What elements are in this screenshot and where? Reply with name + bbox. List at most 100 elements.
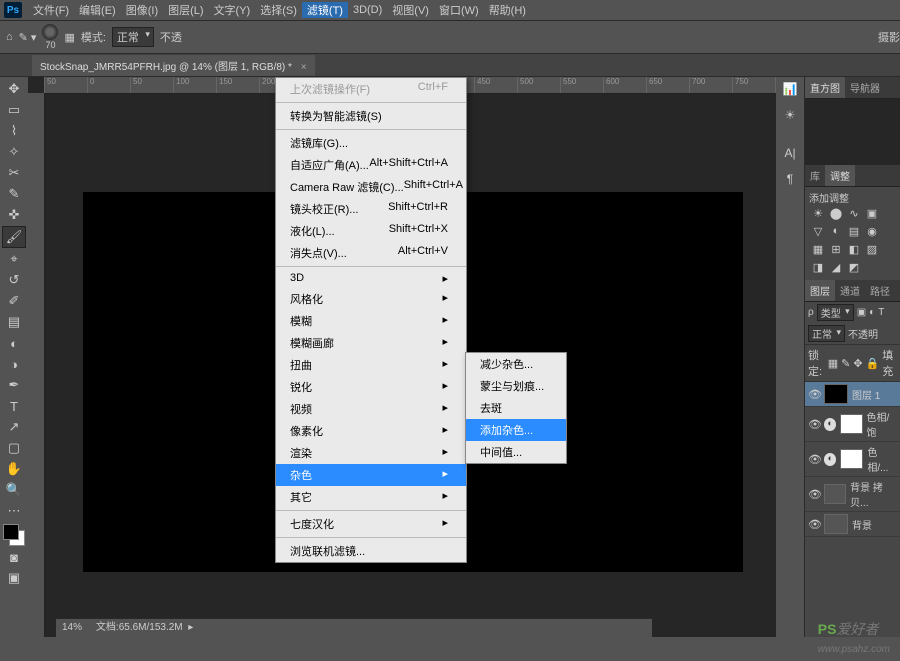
character-strip-icon[interactable]: A| xyxy=(779,145,801,165)
adj-exposure-icon[interactable]: ▣ xyxy=(865,207,879,221)
adj-brightness-icon[interactable]: ☀ xyxy=(811,207,825,221)
layer-row[interactable]: 👁◐色相/... xyxy=(805,442,900,477)
layer-row[interactable]: 👁图层 1 xyxy=(805,382,900,407)
adj-lookup-icon[interactable]: ⊞ xyxy=(829,243,843,257)
menu-window[interactable]: 窗口(W) xyxy=(434,2,484,18)
adj-invert-icon[interactable]: ◧ xyxy=(847,243,861,257)
quickmask-icon[interactable]: ◙ xyxy=(3,547,25,567)
history-brush-icon[interactable]: ↺ xyxy=(3,270,25,290)
filter-item[interactable]: 消失点(V)...Alt+Ctrl+V xyxy=(276,242,466,264)
fg-bg-colors[interactable] xyxy=(3,524,25,546)
filter-submenu-item[interactable]: 模糊画廊 xyxy=(276,332,466,354)
visibility-icon[interactable]: 👁 xyxy=(808,388,820,401)
zoom-level[interactable]: 14% xyxy=(62,622,82,633)
dodge-tool-icon[interactable]: ◑ xyxy=(3,354,25,374)
lock-pos-icon[interactable]: ✥ xyxy=(853,357,862,370)
tab-library[interactable]: 库 xyxy=(805,165,825,186)
menu-type[interactable]: 文字(Y) xyxy=(209,2,256,18)
crop-tool-icon[interactable]: ✂ xyxy=(3,163,25,183)
blend-mode-select[interactable]: 正常 xyxy=(112,27,154,47)
lock-trans-icon[interactable]: ▦ xyxy=(828,357,838,370)
shape-tool-icon[interactable]: ▢ xyxy=(3,438,25,458)
noise-item[interactable]: 减少杂色... xyxy=(466,353,566,375)
filter-kind-select[interactable]: 类型 xyxy=(817,304,854,321)
text-tool-icon[interactable]: T xyxy=(3,396,25,416)
menu-view[interactable]: 视图(V) xyxy=(387,2,434,18)
filter-submenu-item[interactable]: 杂色 xyxy=(276,464,466,486)
menu-3d[interactable]: 3D(D) xyxy=(348,4,387,16)
visibility-icon[interactable]: 👁 xyxy=(808,453,820,466)
filter-item[interactable]: 镜头校正(R)...Shift+Ctrl+R xyxy=(276,198,466,220)
layer-row[interactable]: 👁背景 拷贝... xyxy=(805,477,900,512)
menu-edit[interactable]: 编辑(E) xyxy=(74,2,121,18)
move-tool-icon[interactable]: ✥ xyxy=(3,79,25,99)
filter-submenu-item[interactable]: 渲染 xyxy=(276,442,466,464)
brush-tool-icon[interactable]: ✎ ▾ xyxy=(19,31,37,44)
lock-paint-icon[interactable]: ✎ xyxy=(841,357,850,370)
tab-paths[interactable]: 路径 xyxy=(865,280,895,301)
visibility-icon[interactable]: 👁 xyxy=(808,418,820,431)
lock-all-icon[interactable]: 🔒 xyxy=(866,357,880,370)
tab-adjust[interactable]: 调整 xyxy=(825,165,855,186)
adj-levels-icon[interactable]: ⬤ xyxy=(829,207,843,221)
adj-bw-icon[interactable]: ▤ xyxy=(847,225,861,239)
paragraph-strip-icon[interactable]: ¶ xyxy=(779,171,801,191)
menu-help[interactable]: 帮助(H) xyxy=(484,2,531,18)
gradient-tool-icon[interactable]: ▤ xyxy=(3,312,25,332)
lasso-tool-icon[interactable]: ⌇ xyxy=(3,121,25,141)
filter-item[interactable]: 自适应广角(A)...Alt+Shift+Ctrl+A xyxy=(276,154,466,176)
adj-selcolor-icon[interactable]: ◩ xyxy=(847,261,861,275)
menu-select[interactable]: 选择(S) xyxy=(255,2,302,18)
visibility-icon[interactable]: 👁 xyxy=(808,518,820,531)
screenmode-icon[interactable]: ▣ xyxy=(3,568,25,588)
adj-vibrance-icon[interactable]: ▽ xyxy=(811,225,825,239)
noise-item[interactable]: 蒙尘与划痕... xyxy=(466,375,566,397)
layer-blend-select[interactable]: 正常 xyxy=(808,325,845,342)
adj-curves-icon[interactable]: ∿ xyxy=(847,207,861,221)
visibility-icon[interactable]: 👁 xyxy=(808,488,820,501)
menu-file[interactable]: 文件(F) xyxy=(28,2,74,18)
filter-last[interactable]: 上次滤镜操作(F)Ctrl+F xyxy=(276,78,466,100)
adjust-strip-icon[interactable]: ☀ xyxy=(779,107,801,127)
tab-navigator[interactable]: 导航器 xyxy=(845,77,885,98)
close-tab-icon[interactable]: × xyxy=(301,62,307,73)
filter-browse[interactable]: 浏览联机滤镜... xyxy=(276,540,466,562)
adj-thresh-icon[interactable]: ◨ xyxy=(811,261,825,275)
filter-adj-icon[interactable]: ◐ xyxy=(869,307,875,318)
filter-submenu-item[interactable]: 像素化 xyxy=(276,420,466,442)
adj-photo-icon[interactable]: ◉ xyxy=(865,225,879,239)
home-icon[interactable]: ⌂ xyxy=(6,31,13,43)
tab-layers[interactable]: 图层 xyxy=(805,280,835,301)
filter-submenu-item[interactable]: 其它 xyxy=(276,486,466,508)
filter-item[interactable]: Camera Raw 滤镜(C)...Shift+Ctrl+A xyxy=(276,176,466,198)
noise-item[interactable]: 去斑 xyxy=(466,397,566,419)
filter-localize[interactable]: 七度汉化 xyxy=(276,513,466,535)
blur-tool-icon[interactable]: ◐ xyxy=(3,333,25,353)
filter-text-icon[interactable]: T xyxy=(878,307,884,318)
brush-preview[interactable]: 70 xyxy=(42,24,58,50)
filter-submenu-item[interactable]: 风格化 xyxy=(276,288,466,310)
adj-mixer-icon[interactable]: ▦ xyxy=(811,243,825,257)
filter-submenu-item[interactable]: 锐化 xyxy=(276,376,466,398)
filter-item[interactable]: 液化(L)...Shift+Ctrl+X xyxy=(276,220,466,242)
edit-toolbar-icon[interactable]: ⋯ xyxy=(3,501,25,521)
adj-poster-icon[interactable]: ▨ xyxy=(865,243,879,257)
document-tab[interactable]: StockSnap_JMRR54PFRH.jpg @ 14% (图层 1, RG… xyxy=(32,55,315,76)
zoom-tool-icon[interactable]: 🔍 xyxy=(3,480,25,500)
menu-filter[interactable]: 滤镜(T) xyxy=(302,2,348,18)
eyedropper-tool-icon[interactable]: ✎ xyxy=(3,184,25,204)
wand-tool-icon[interactable]: ✧ xyxy=(3,142,25,162)
filter-submenu-item[interactable]: 视频 xyxy=(276,398,466,420)
adj-hue-icon[interactable]: ◐ xyxy=(829,225,843,239)
hand-tool-icon[interactable]: ✋ xyxy=(3,459,25,479)
layer-row[interactable]: 👁背景 xyxy=(805,512,900,537)
menu-image[interactable]: 图像(I) xyxy=(121,2,163,18)
tab-channels[interactable]: 通道 xyxy=(835,280,865,301)
noise-item[interactable]: 中间值... xyxy=(466,441,566,463)
filter-submenu-item[interactable]: 3D xyxy=(276,269,466,288)
filter-submenu-item[interactable]: 模糊 xyxy=(276,310,466,332)
healing-tool-icon[interactable]: ✜ xyxy=(3,205,25,225)
filter-img-icon[interactable]: ▣ xyxy=(857,307,866,318)
marquee-tool-icon[interactable]: ▭ xyxy=(3,100,25,120)
histogram-strip-icon[interactable]: 📊 xyxy=(779,81,801,101)
